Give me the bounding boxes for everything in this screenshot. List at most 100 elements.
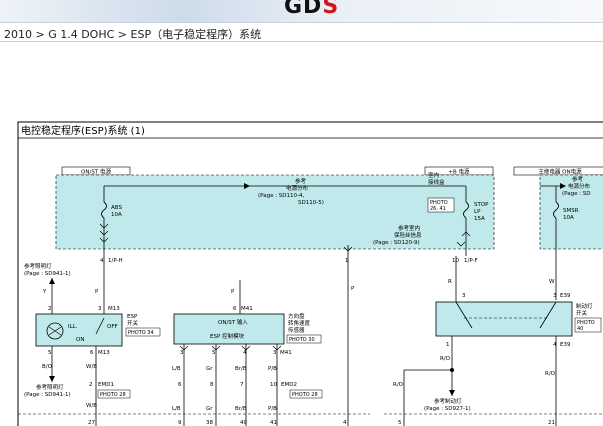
- svg-text:M41: M41: [241, 306, 253, 312]
- svg-text:ILL.: ILL.: [68, 324, 78, 330]
- svg-text:P: P: [231, 289, 235, 295]
- svg-text:参考制动灯: 参考制动灯: [434, 397, 462, 405]
- svg-text:ON/ST 电源: ON/ST 电源: [81, 168, 111, 176]
- svg-text:41: 41: [270, 420, 277, 426]
- svg-text:室内: 室内: [428, 171, 439, 179]
- svg-text:R/O: R/O: [393, 382, 404, 388]
- svg-text:4: 4: [343, 420, 347, 426]
- svg-text:3: 3: [462, 293, 466, 299]
- svg-text:P/B: P/B: [268, 406, 277, 412]
- svg-text:开关: 开关: [576, 309, 588, 317]
- svg-text:(Page : SD927-1): (Page : SD927-1): [424, 406, 471, 412]
- svg-text:10A: 10A: [111, 212, 122, 218]
- svg-text:SD110-5): SD110-5): [298, 200, 324, 206]
- svg-text:3: 3: [553, 293, 557, 299]
- svg-text:(Page : SD: (Page : SD: [562, 191, 591, 197]
- svg-text:M13: M13: [98, 350, 110, 356]
- svg-text:主继电器 ON电源: 主继电器 ON电源: [538, 168, 582, 176]
- svg-text:E39: E39: [560, 293, 571, 299]
- svg-text:40: 40: [240, 420, 247, 426]
- svg-text:开关: 开关: [127, 319, 139, 327]
- svg-text:电源分布: 电源分布: [286, 184, 309, 192]
- svg-text:E39: E39: [560, 342, 571, 348]
- svg-text:P: P: [351, 286, 355, 292]
- svg-text:(Page : SD941-1): (Page : SD941-1): [24, 271, 71, 277]
- svg-text:OFF: OFF: [107, 324, 118, 330]
- svg-text:EMD1: EMD1: [98, 382, 114, 388]
- svg-text:SMSR: SMSR: [563, 208, 579, 214]
- svg-text:保险丝信息: 保险丝信息: [394, 231, 422, 239]
- svg-text:21: 21: [548, 420, 555, 426]
- svg-text:W/B: W/B: [86, 403, 97, 409]
- svg-text:2: 2: [48, 306, 52, 312]
- svg-text:R/O: R/O: [545, 371, 556, 377]
- svg-text:6: 6: [233, 306, 237, 312]
- svg-text:26, 41: 26, 41: [430, 206, 446, 212]
- svg-text:STOP: STOP: [474, 202, 489, 208]
- svg-text:参考照明灯: 参考照明灯: [36, 383, 64, 391]
- svg-text:PHOTO 30: PHOTO 30: [289, 337, 315, 343]
- svg-text:L/B: L/B: [172, 406, 181, 412]
- svg-text:7: 7: [240, 382, 244, 388]
- svg-text:5: 5: [48, 350, 52, 356]
- svg-text:(Page : SD941-1): (Page : SD941-1): [24, 392, 71, 398]
- svg-text:1: 1: [446, 342, 450, 348]
- svg-text:38: 38: [206, 420, 213, 426]
- svg-text:制动灯: 制动灯: [576, 302, 593, 310]
- svg-text:PHOTO 34: PHOTO 34: [128, 330, 154, 336]
- svg-text:W: W: [549, 279, 555, 285]
- svg-text:(Page : SD110-4,: (Page : SD110-4,: [258, 193, 305, 199]
- svg-text:2: 2: [89, 382, 93, 388]
- svg-text:R: R: [448, 279, 452, 285]
- svg-text:EMD2: EMD2: [281, 382, 297, 388]
- brake-light-switch: [435, 301, 573, 337]
- wiring-diagram: 电控稳定程序(ESP)系统 (1) ON/ST 电源 +B 电源 主继电器 ON…: [17, 121, 603, 426]
- svg-text:+B 电源: +B 电源: [448, 168, 470, 176]
- svg-text:3: 3: [180, 350, 184, 356]
- svg-text:参考照明灯: 参考照明灯: [24, 262, 52, 270]
- svg-text:10: 10: [270, 382, 277, 388]
- svg-text:Br/B: Br/B: [235, 406, 247, 412]
- svg-text:Gr: Gr: [206, 366, 213, 372]
- svg-text:传感器: 传感器: [288, 326, 305, 334]
- svg-text:1: 1: [345, 258, 349, 264]
- svg-text:W/B: W/B: [86, 364, 97, 370]
- svg-text:转角速度: 转角速度: [288, 319, 311, 327]
- svg-text:4: 4: [553, 342, 557, 348]
- svg-text:40: 40: [577, 326, 583, 332]
- svg-text:Br/B: Br/B: [235, 366, 247, 372]
- svg-text:18: 18: [438, 420, 445, 426]
- svg-text:(Page : SD120-9): (Page : SD120-9): [373, 240, 420, 246]
- svg-text:9: 9: [178, 420, 182, 426]
- diagram-title: 电控稳定程序(ESP)系统 (1): [21, 124, 145, 137]
- svg-text:参考室内: 参考室内: [398, 224, 420, 232]
- svg-text:ON/ST 输入: ON/ST 输入: [218, 318, 248, 326]
- svg-text:ESP: ESP: [127, 314, 138, 320]
- svg-text:8: 8: [210, 382, 214, 388]
- svg-text:方向盘: 方向盘: [288, 312, 305, 320]
- svg-text:接线盒: 接线盒: [428, 178, 445, 186]
- svg-text:ON: ON: [76, 337, 84, 343]
- svg-text:电源分布: 电源分布: [568, 182, 591, 190]
- svg-text:4: 4: [100, 258, 104, 264]
- svg-text:Gr: Gr: [206, 406, 213, 412]
- svg-text:15A: 15A: [474, 216, 485, 222]
- svg-text:10A: 10A: [563, 215, 574, 221]
- svg-text:6: 6: [90, 350, 94, 356]
- svg-text:B/O: B/O: [42, 364, 53, 370]
- svg-text:PHOTO 28: PHOTO 28: [292, 392, 318, 398]
- svg-text:5: 5: [212, 350, 216, 356]
- svg-text:LP: LP: [474, 209, 481, 215]
- svg-text:R/O: R/O: [440, 356, 451, 362]
- svg-text:1/P-H: 1/P-H: [108, 258, 123, 264]
- svg-text:1/P-F: 1/P-F: [464, 258, 478, 264]
- svg-text:3: 3: [273, 350, 277, 356]
- svg-text:5: 5: [398, 420, 402, 426]
- svg-text:6: 6: [178, 382, 182, 388]
- svg-text:ESP 控制模块: ESP 控制模块: [210, 332, 245, 340]
- svg-text:PHOTO 28: PHOTO 28: [100, 392, 126, 398]
- svg-text:参考: 参考: [572, 175, 584, 183]
- svg-text:P: P: [95, 289, 99, 295]
- svg-text:M13: M13: [108, 306, 120, 312]
- svg-text:参考: 参考: [295, 177, 307, 185]
